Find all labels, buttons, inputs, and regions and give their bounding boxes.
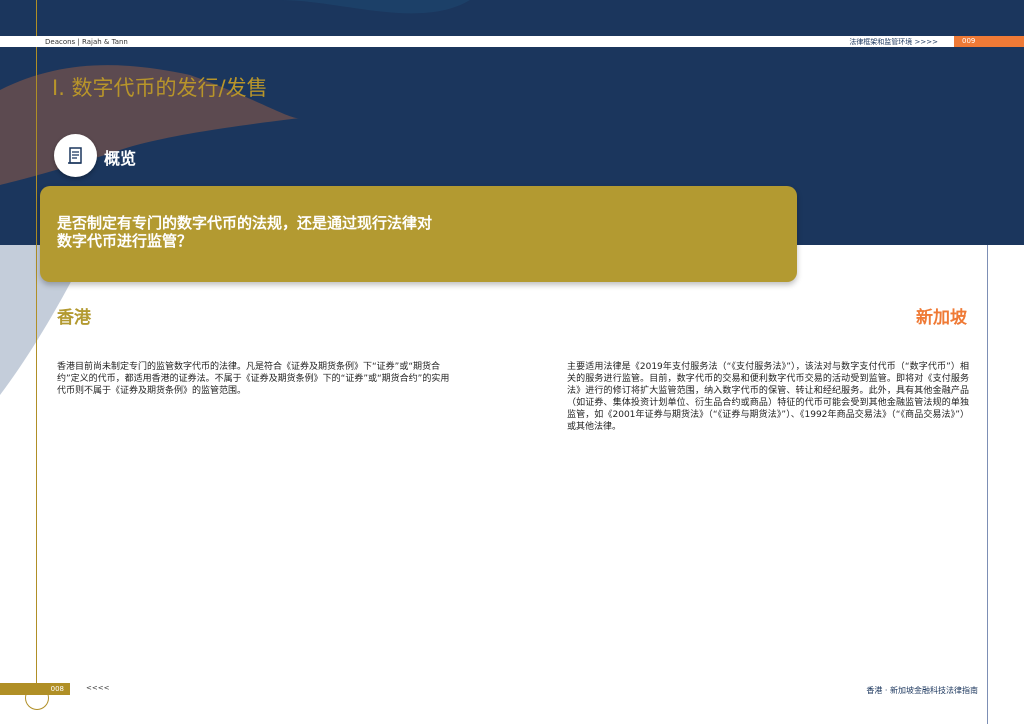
scroll-icon <box>54 134 97 177</box>
page-title: I. 数字代币的发行/发售 <box>52 76 268 100</box>
page-number: 009 <box>954 36 1024 47</box>
question-line: 是否制定有专门的数字代币的法规，还是通过现行法律对 <box>57 214 433 232</box>
brand: Deacons | Rajah & Tann <box>45 37 128 46</box>
hongkong-text: 香港目前尚未制定专门的监管数字代币的法律。凡是符合《证券及期货条例》下“证券”或… <box>57 362 450 396</box>
prev-page-link[interactable]: <<<< <box>86 684 109 692</box>
footer-title: 香港 · 新加坡金融科技法律指南 <box>866 686 978 695</box>
top-bar: Deacons | Rajah & Tann 法律框架和监管环境 >>>> 00… <box>0 36 1024 47</box>
singapore-heading: 新加坡 <box>916 308 967 328</box>
question-line: 数字代币进行监管？ <box>57 232 193 250</box>
overview-heading: 概览 <box>104 149 137 168</box>
question-box: 是否制定有专门的数字代币的法规，还是通过现行法律对 数字代币进行监管？ <box>40 186 797 282</box>
section-link[interactable]: 法律框架和监管环境 >>>> <box>849 37 938 47</box>
right-divider <box>987 245 988 724</box>
singapore-text: 主要适用法律是《2019年支付服务法（“《支付服务法》”），该法对与数字支付代币… <box>567 362 969 432</box>
gold-divider <box>36 0 37 692</box>
footer-page-number: 008 <box>0 683 70 695</box>
hongkong-heading: 香港 <box>57 308 91 328</box>
